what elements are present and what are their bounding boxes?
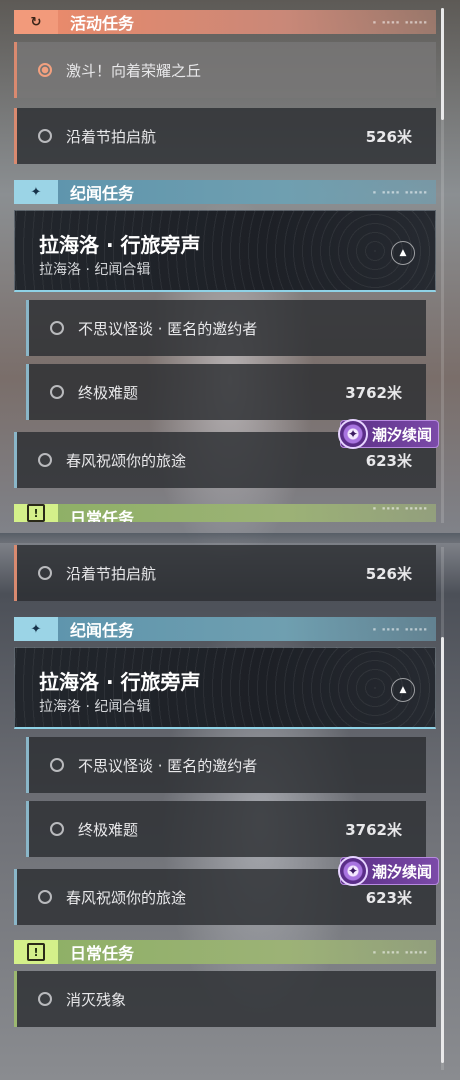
tide-badge[interactable]: ✦ 潮汐续闻 [338,419,440,449]
tide-badge[interactable]: ✦ 潮汐续闻 [338,856,440,886]
tide-badge-label: 潮汐续闻 [372,862,433,881]
task-distance: 3762米 [345,820,402,839]
scrollbar-thumb[interactable] [441,637,444,1063]
tide-badge-label: 潮汐续闻 [372,425,433,444]
task-accent-bar [14,869,17,925]
task-label: 沿着节拍启航 [66,127,157,146]
task-accent-bar [14,545,17,601]
header-tag: ▪ ▪▪▪▪ ▪▪▪▪▪ [372,625,428,633]
scrollbar-thumb[interactable] [441,8,444,120]
task-label: 终极难题 [78,383,139,402]
task-item[interactable]: 沿着节拍启航 526米 [14,545,436,601]
header-tag: ▪ ▪▪▪▪ ▪▪▪▪▪ [372,18,428,26]
chronicle-card-title: 拉海洛 · 行旅旁声 [39,670,201,694]
section-title-chronicle: 纪闻任务 [70,621,135,640]
task-item-active[interactable]: 激斗！向着荣耀之丘 [14,42,436,98]
section-title-chronicle: 纪闻任务 [70,184,135,203]
subtask-item[interactable]: 不思议怪谈 · 匿名的邀约者 [26,737,426,793]
section-header-chronicle[interactable]: ✦ 纪闻任务 ▪ ▪▪▪▪ ▪▪▪▪▪ [14,180,436,204]
task-accent-bar [14,432,17,488]
sparkle-icon: ✦ [14,180,58,204]
section-header-chronicle[interactable]: ✦ 纪闻任务 ▪ ▪▪▪▪ ▪▪▪▪▪ [14,617,436,641]
radio-icon[interactable] [50,385,64,399]
section-title-daily: 日常任务 [70,509,135,522]
task-label: 沿着节拍启航 [66,564,157,583]
quest-panel-bottom: 沿着节拍启航 526米 ✦ 纪闻任务 ▪ ▪▪▪▪ ▪▪▪▪▪ 拉海洛 · 行旅旁… [0,543,460,1080]
radio-icon[interactable] [38,890,52,904]
radio-selected-icon[interactable] [38,63,52,77]
task-item[interactable]: 沿着节拍启航 526米 [14,108,436,164]
alert-icon: ! [14,504,58,522]
task-label: 消灭残象 [66,990,127,1009]
task-label: 不思议怪谈 · 匿名的邀约者 [78,319,258,338]
subtask-item[interactable]: 终极难题 3762米 [26,364,426,420]
section-title-daily: 日常任务 [70,944,135,963]
sparkle-icon: ✦ [14,617,58,641]
header-tag: ▪ ▪▪▪▪ ▪▪▪▪▪ [372,948,428,956]
task-accent-bar [14,971,17,1027]
task-distance: 623米 [365,451,412,470]
task-distance: 526米 [365,564,412,583]
chronicle-card-subtitle: 拉海洛 · 纪闻合辑 [39,699,151,715]
task-item[interactable]: 消灭残象 [14,971,436,1027]
radio-icon[interactable] [50,822,64,836]
collapse-toggle-icon[interactable]: ▲ [391,241,415,265]
chronicle-card[interactable]: 拉海洛 · 行旅旁声 拉海洛 · 纪闻合辑 ▲ [14,647,436,729]
task-accent-bar [14,42,17,98]
section-header-daily[interactable]: ! 日常任务 ▪ ▪▪▪▪ ▪▪▪▪▪ [14,940,436,964]
task-label: 不思议怪谈 · 匿名的邀约者 [78,756,258,775]
header-tag: ▪ ▪▪▪▪ ▪▪▪▪▪ [372,505,428,512]
radio-icon[interactable] [50,321,64,335]
collapse-toggle-icon[interactable]: ▲ [391,678,415,702]
subtask-item[interactable]: 不思议怪谈 · 匿名的邀约者 [26,300,426,356]
task-accent-bar [26,300,29,356]
task-label: 春风祝颂你的旅途 [66,451,187,470]
task-label: 终极难题 [78,820,139,839]
section-title-activity: 活动任务 [70,14,135,33]
quest-panel-top: ↻ 活动任务 ▪ ▪▪▪▪ ▪▪▪▪▪ 激斗！向着荣耀之丘 沿着节拍启航 526米… [0,0,460,535]
task-accent-bar [26,364,29,420]
section-header-daily-partial[interactable]: ! 日常任务 ▪ ▪▪▪▪ ▪▪▪▪▪ [14,504,436,522]
chronicle-card-subtitle: 拉海洛 · 纪闻合辑 [39,262,151,278]
subtask-item[interactable]: 终极难题 3762米 [26,801,426,857]
task-distance: 3762米 [345,383,402,402]
refresh-icon: ↻ [14,10,58,34]
section-header-activity[interactable]: ↻ 活动任务 ▪ ▪▪▪▪ ▪▪▪▪▪ [14,10,436,34]
radio-icon[interactable] [38,453,52,467]
scrollbar-top[interactable] [441,8,444,523]
alert-icon: ! [14,940,58,964]
task-accent-bar [14,108,17,164]
radio-icon[interactable] [38,129,52,143]
radio-icon[interactable] [38,992,52,1006]
chronicle-card[interactable]: 拉海洛 · 行旅旁声 拉海洛 · 纪闻合辑 ▲ [14,210,436,292]
radio-icon[interactable] [50,758,64,772]
header-tag: ▪ ▪▪▪▪ ▪▪▪▪▪ [372,188,428,196]
tide-icon: ✦ [338,419,368,449]
task-distance: 526米 [365,127,412,146]
task-label: 春风祝颂你的旅途 [66,888,187,907]
task-accent-bar [26,737,29,793]
chronicle-card-title: 拉海洛 · 行旅旁声 [39,233,201,257]
task-distance: 623米 [365,888,412,907]
task-label: 激斗！向着荣耀之丘 [66,61,202,80]
tide-icon: ✦ [338,856,368,886]
scrollbar-bottom[interactable] [441,547,444,1070]
task-accent-bar [26,801,29,857]
radio-icon[interactable] [38,566,52,580]
